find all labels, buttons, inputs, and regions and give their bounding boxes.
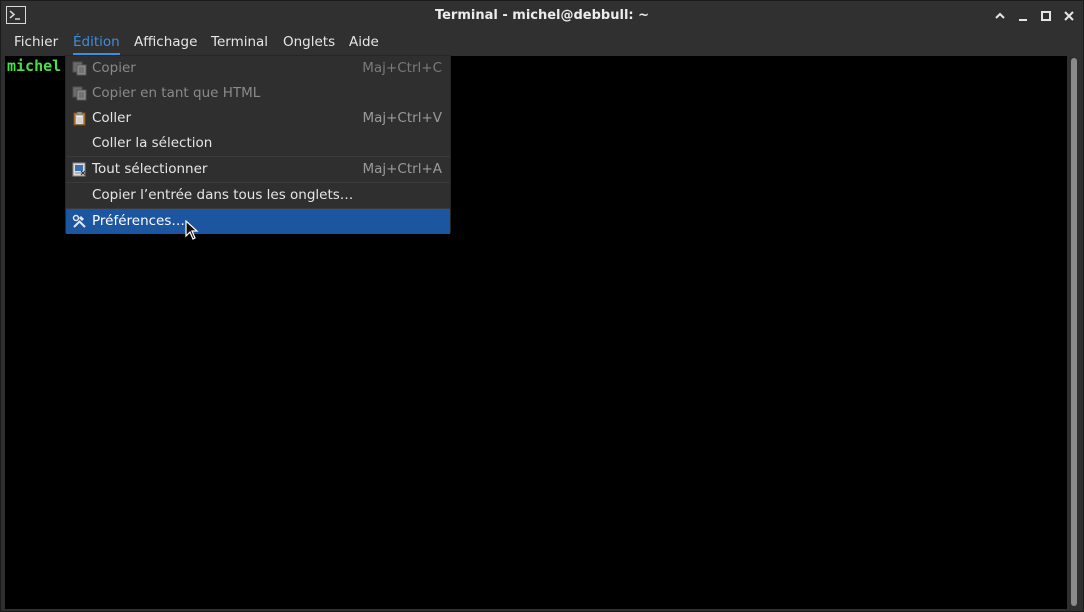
copy-html-icon xyxy=(72,86,87,101)
menu-item-label: Coller xyxy=(92,110,132,126)
menu-edition[interactable]: Édition xyxy=(73,31,120,55)
close-icon[interactable] xyxy=(1061,8,1077,24)
menu-item-label: Préférences… xyxy=(92,213,185,229)
copy-icon xyxy=(72,61,87,76)
menu-item-label: Copier en tant que HTML xyxy=(92,85,261,101)
menu-item-copier-entree[interactable]: Copier l’entrée dans tous les onglets… xyxy=(66,183,450,208)
window-title: Terminal - michel@debbull: ~ xyxy=(434,8,650,23)
edit-menu-dropdown: Copier Maj+Ctrl+C Copier en tant que HTM… xyxy=(65,55,451,234)
paste-icon xyxy=(73,111,86,126)
menu-item-shortcut: Maj+Ctrl+C xyxy=(362,60,442,76)
menu-item-shortcut: Maj+Ctrl+A xyxy=(362,161,442,177)
menu-onglets[interactable]: Onglets xyxy=(283,31,335,53)
tools-icon xyxy=(72,214,86,228)
terminal-window: Terminal - michel@debbull: ~ Fichier Édi… xyxy=(0,0,1084,612)
menu-item-preferences[interactable]: Préférences… xyxy=(66,209,450,234)
scrollbar-thumb[interactable] xyxy=(1071,58,1077,606)
select-all-icon xyxy=(72,162,86,177)
terminal-scrollbar[interactable] xyxy=(1069,56,1079,609)
mouse-pointer-icon xyxy=(185,220,199,240)
minimize-icon[interactable] xyxy=(1015,8,1031,24)
menu-item-label: Coller la sélection xyxy=(92,135,213,151)
shade-icon[interactable] xyxy=(992,8,1008,24)
menu-item-coller[interactable]: Coller Maj+Ctrl+V xyxy=(66,106,450,131)
menu-item-copier[interactable]: Copier Maj+Ctrl+C xyxy=(66,56,450,81)
menu-item-coller-selection[interactable]: Coller la sélection xyxy=(66,131,450,156)
maximize-icon[interactable] xyxy=(1038,8,1054,24)
menu-fichier[interactable]: Fichier xyxy=(14,31,58,53)
menu-item-shortcut: Maj+Ctrl+V xyxy=(362,110,442,126)
menu-item-label: Tout sélectionner xyxy=(92,161,208,177)
menu-affichage[interactable]: Affichage xyxy=(134,31,197,53)
menu-item-copier-html[interactable]: Copier en tant que HTML xyxy=(66,81,450,106)
shell-prompt: michel xyxy=(7,57,62,75)
menu-item-tout-selectionner[interactable]: Tout sélectionner Maj+Ctrl+A xyxy=(66,157,450,182)
menu-bar: Fichier Édition Affichage Terminal Ongle… xyxy=(1,31,1083,55)
menu-terminal[interactable]: Terminal xyxy=(211,31,268,53)
menu-aide[interactable]: Aide xyxy=(349,31,379,53)
title-bar[interactable]: Terminal - michel@debbull: ~ xyxy=(1,1,1083,31)
menu-item-label: Copier l’entrée dans tous les onglets… xyxy=(92,187,354,203)
menu-item-label: Copier xyxy=(92,60,136,76)
